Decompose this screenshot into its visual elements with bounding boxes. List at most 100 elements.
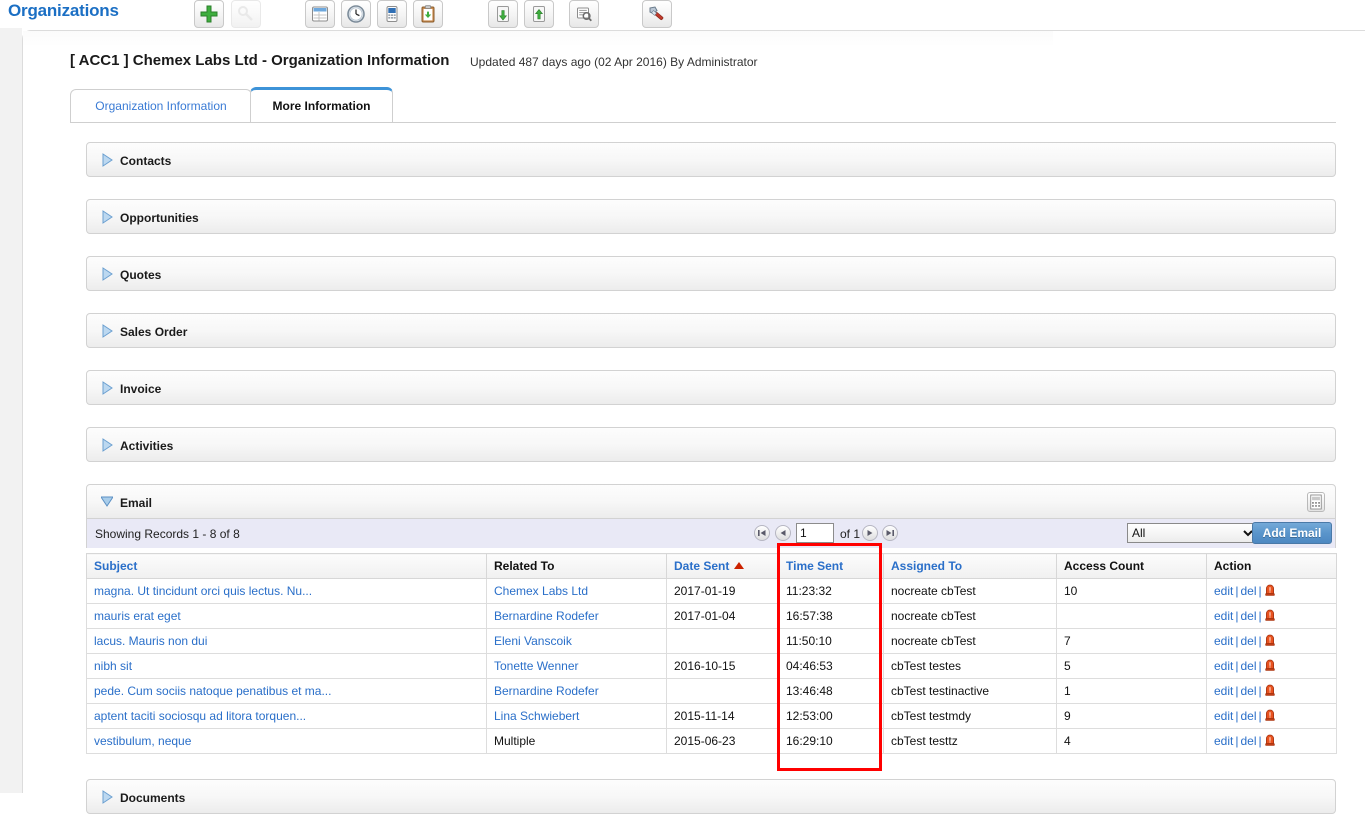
last-page-button[interactable] <box>882 525 898 541</box>
del-link[interactable]: del <box>1240 584 1256 598</box>
action-separator: | <box>1258 734 1262 748</box>
cell-assigned-to-text: cbTest testes <box>891 659 962 673</box>
edit-link[interactable]: edit <box>1214 709 1233 723</box>
cell-subject[interactable]: pede. Cum sociis natoque penatibus et ma… <box>86 678 487 704</box>
action-separator: | <box>1258 659 1262 673</box>
cell-subject[interactable]: vestibulum, neque <box>86 728 487 754</box>
import-button[interactable] <box>488 0 518 28</box>
bell-alert-icon[interactable] <box>1264 684 1276 698</box>
add-email-button[interactable]: Add Email <box>1252 522 1332 544</box>
page-number-input[interactable] <box>796 523 834 543</box>
bell-alert-icon[interactable] <box>1264 609 1276 623</box>
cell-date-sent: 2017-01-04 <box>666 603 779 629</box>
column-header-subject[interactable]: Subject <box>86 553 487 579</box>
cell-related-to[interactable]: Bernardine Rodefer <box>486 603 667 629</box>
section-header-invoice[interactable]: Invoice <box>86 370 1336 405</box>
cell-date-sent-text: 2015-06-23 <box>674 734 736 748</box>
chevron-right-icon <box>102 324 113 338</box>
edit-record-button <box>231 0 261 28</box>
column-header-date-sent[interactable]: Date Sent <box>666 553 779 579</box>
cell-related-to[interactable]: Chemex Labs Ltd <box>486 578 667 604</box>
column-header-time-sent[interactable]: Time Sent <box>778 553 884 579</box>
cell-related-to-text: Lina Schwiebert <box>494 709 580 723</box>
bell-alert-icon[interactable] <box>1264 734 1276 748</box>
bell-alert-icon[interactable] <box>1264 709 1276 723</box>
section-header-quotes[interactable]: Quotes <box>86 256 1336 291</box>
cell-time-sent-text: 12:53:00 <box>786 709 833 723</box>
chevron-right-icon <box>102 381 113 395</box>
del-link[interactable]: del <box>1240 734 1256 748</box>
cell-assigned-to: cbTest testes <box>883 653 1057 679</box>
cell-assigned-to: nocreate cbTest <box>883 628 1057 654</box>
cell-assigned-to: nocreate cbTest <box>883 578 1057 604</box>
cell-access-count: 4 <box>1056 728 1207 754</box>
calendar-view-button[interactable] <box>305 0 335 28</box>
column-header-assigned-to[interactable]: Assigned To <box>883 553 1057 579</box>
action-separator: | <box>1258 634 1262 648</box>
bell-alert-icon[interactable] <box>1264 634 1276 648</box>
section-header-opportunities[interactable]: Opportunities <box>86 199 1336 234</box>
cell-assigned-to-text: cbTest testinactive <box>891 684 990 698</box>
tab-more-information[interactable]: More Information <box>250 87 393 122</box>
del-link[interactable]: del <box>1240 709 1256 723</box>
edit-link[interactable]: edit <box>1214 584 1233 598</box>
find-duplicates-button[interactable] <box>569 0 599 28</box>
table-row: pede. Cum sociis natoque penatibus et ma… <box>86 678 1337 704</box>
cell-date-sent-text: 2016-10-15 <box>674 659 736 673</box>
cell-related-to[interactable]: Tonette Wenner <box>486 653 667 679</box>
section-header-activities[interactable]: Activities <box>86 427 1336 462</box>
filter-select[interactable]: All <box>1127 523 1257 543</box>
cell-subject[interactable]: magna. Ut tincidunt orci quis lectus. Nu… <box>86 578 487 604</box>
export-button[interactable] <box>524 0 554 28</box>
settings-tools-button[interactable] <box>642 0 672 28</box>
del-link[interactable]: del <box>1240 684 1256 698</box>
tab-underline <box>70 122 1336 123</box>
cell-related-to[interactable]: Bernardine Rodefer <box>486 678 667 704</box>
edit-link[interactable]: edit <box>1214 734 1233 748</box>
edit-link[interactable]: edit <box>1214 659 1233 673</box>
del-link[interactable]: del <box>1240 609 1256 623</box>
cell-assigned-to-text: cbTest testmdy <box>891 709 972 723</box>
edit-link[interactable]: edit <box>1214 634 1233 648</box>
section-label: Activities <box>120 439 174 453</box>
del-link[interactable]: del <box>1240 634 1256 648</box>
tab-organization-information[interactable]: Organization Information <box>70 89 252 122</box>
mobile-button[interactable] <box>377 0 407 28</box>
history-button[interactable] <box>341 0 371 28</box>
cell-access-count: 7 <box>1056 628 1207 654</box>
cell-subject[interactable]: aptent taciti sociosqu ad litora torquen… <box>86 703 487 729</box>
cell-assigned-to: nocreate cbTest <box>883 603 1057 629</box>
cell-related-to[interactable]: Lina Schwiebert <box>486 703 667 729</box>
cell-assigned-to: cbTest testinactive <box>883 678 1057 704</box>
section-header-sales-order[interactable]: Sales Order <box>86 313 1336 348</box>
column-header-label: Action <box>1214 559 1252 573</box>
next-page-button[interactable] <box>862 525 878 541</box>
column-header-related-to: Related To <box>486 553 667 579</box>
bell-alert-icon[interactable] <box>1264 659 1276 673</box>
section-header-email[interactable]: Email <box>86 484 1336 519</box>
section-header-documents[interactable]: Documents <box>86 779 1336 814</box>
showing-records-label: Showing Records 1 - 8 of 8 <box>95 527 240 541</box>
section-header-contacts[interactable]: Contacts <box>86 142 1336 177</box>
cell-subject[interactable]: lacus. Mauris non dui <box>86 628 487 654</box>
add-record-button[interactable] <box>194 0 224 28</box>
edit-link[interactable]: edit <box>1214 684 1233 698</box>
cell-subject[interactable]: nibh sit <box>86 653 487 679</box>
cell-access-count: 9 <box>1056 703 1207 729</box>
bell-alert-icon[interactable] <box>1264 584 1276 598</box>
cell-access-count: 10 <box>1056 578 1207 604</box>
cell-assigned-to-text: nocreate cbTest <box>891 609 976 623</box>
action-separator: | <box>1258 709 1262 723</box>
cell-subject[interactable]: mauris erat eget <box>86 603 487 629</box>
cell-related-to[interactable]: Eleni Vanscoik <box>486 628 667 654</box>
page-total-label: of 1 <box>840 527 861 541</box>
prev-page-button[interactable] <box>775 525 791 541</box>
first-page-button[interactable] <box>754 525 770 541</box>
cell-subject-text: pede. Cum sociis natoque penatibus et ma… <box>94 684 332 698</box>
grid-settings-icon[interactable] <box>1307 492 1325 512</box>
del-link[interactable]: del <box>1240 659 1256 673</box>
clipboard-button[interactable] <box>413 0 443 28</box>
edit-link[interactable]: edit <box>1214 609 1233 623</box>
cell-access-count: 1 <box>1056 678 1207 704</box>
cell-time-sent-text: 04:46:53 <box>786 659 833 673</box>
